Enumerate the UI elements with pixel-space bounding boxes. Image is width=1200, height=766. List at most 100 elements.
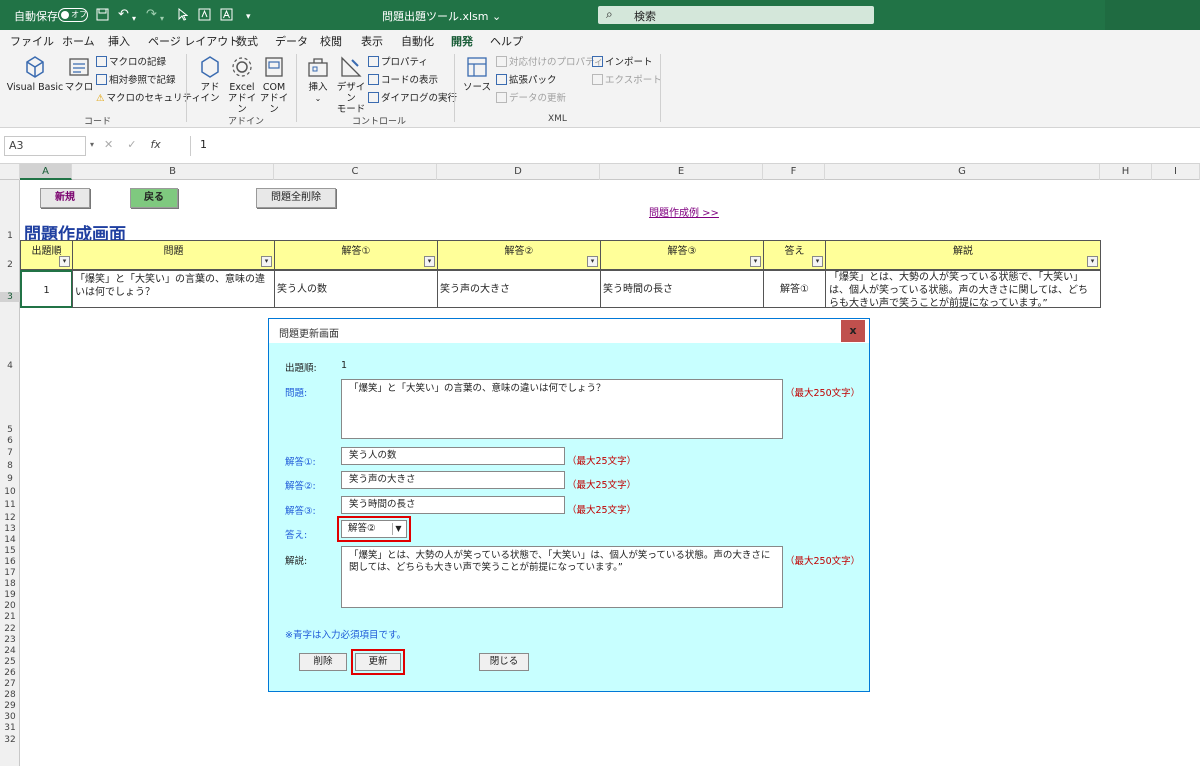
row-header[interactable]: 1 — [0, 231, 20, 241]
search-box[interactable]: ⌕ 検索 — [598, 6, 874, 24]
insert-function-icon[interactable]: fx — [150, 138, 160, 151]
tab-review[interactable]: 校閲 — [320, 33, 342, 49]
filter-dropdown-icon[interactable]: ▾ — [812, 256, 823, 267]
row-header[interactable]: 10 — [0, 487, 20, 497]
cell-order[interactable]: 1 — [20, 270, 73, 308]
customize-qat-icon[interactable]: ▾ — [246, 10, 251, 24]
row-header[interactable]: 32 — [0, 735, 20, 745]
row-header[interactable]: 12 — [0, 513, 20, 523]
row-header[interactable]: 8 — [0, 461, 20, 471]
filter-dropdown-icon[interactable]: ▾ — [750, 256, 761, 267]
column-header-i[interactable]: I — [1152, 164, 1200, 180]
column-header-a[interactable]: A — [20, 164, 72, 180]
answer-select[interactable]: 解答② ▼ — [341, 520, 407, 538]
tab-page-layout[interactable]: ページ レイアウト — [148, 33, 239, 49]
answer3-input[interactable]: 笑う時間の長さ — [341, 496, 565, 514]
map-properties-button[interactable]: 対応付けのプロパティ — [496, 56, 603, 70]
xml-source-button[interactable]: ソース — [460, 54, 494, 93]
row-header[interactable]: 22 — [0, 624, 20, 634]
filter-dropdown-icon[interactable]: ▾ — [587, 256, 598, 267]
com-addins-button[interactable]: COM アドイン — [258, 54, 290, 115]
row-header[interactable]: 21 — [0, 612, 20, 622]
window-title[interactable]: 問題出題ツール.xlsm ⌄ — [382, 8, 501, 24]
row-header[interactable]: 9 — [0, 474, 20, 484]
new-button[interactable]: 新規 — [40, 188, 90, 208]
explanation-textarea[interactable]: 「爆笑」とは、大勢の人が笑っている状態で、「大笑い」は、個人が笑っている状態。声… — [341, 546, 783, 608]
chevron-down-icon[interactable]: ▼ — [392, 523, 404, 535]
update-button[interactable]: 更新 — [355, 653, 401, 671]
column-header-c[interactable]: C — [274, 164, 437, 180]
export-button[interactable]: エクスポート — [592, 74, 662, 88]
addins-button[interactable]: アド イン — [194, 54, 226, 104]
tab-help[interactable]: ヘルプ — [490, 33, 523, 49]
row-header[interactable]: 23 — [0, 635, 20, 645]
row-header[interactable]: 11 — [0, 500, 20, 510]
undo-dropdown-icon[interactable]: ▾ — [132, 12, 136, 26]
tab-insert[interactable]: 挿入 — [108, 33, 130, 49]
redo-icon[interactable]: ↷ — [146, 8, 157, 22]
delete-button[interactable]: 削除 — [299, 653, 347, 671]
row-header[interactable]: 19 — [0, 590, 20, 600]
enter-icon[interactable]: ✓ — [127, 138, 136, 151]
design-mode-button[interactable]: デザイン モード — [334, 54, 368, 115]
autosave-toggle[interactable]: オフ — [58, 8, 88, 22]
text-box-icon[interactable] — [220, 8, 233, 25]
answer2-input[interactable]: 笑う声の大きさ — [341, 471, 565, 489]
cell-answer[interactable]: 解答① — [763, 270, 826, 308]
relative-reference-button[interactable]: 相対参照で記録 — [96, 74, 176, 88]
filter-dropdown-icon[interactable]: ▾ — [261, 256, 272, 267]
macros-button[interactable]: マクロ — [64, 54, 94, 93]
row-header[interactable]: 31 — [0, 723, 20, 733]
name-box[interactable]: A3 — [4, 136, 86, 156]
filter-dropdown-icon[interactable]: ▾ — [59, 256, 70, 267]
row-header[interactable]: 6 — [0, 436, 20, 446]
run-dialog-button[interactable]: ダイアログの実行 — [368, 92, 457, 106]
tab-formulas[interactable]: 数式 — [236, 33, 258, 49]
column-header-f[interactable]: F — [763, 164, 825, 180]
row-header[interactable]: 25 — [0, 657, 20, 667]
column-header-b[interactable]: B — [72, 164, 274, 180]
record-macro-button[interactable]: マクロの記録 — [96, 56, 166, 70]
row-header[interactable]: 16 — [0, 557, 20, 567]
row-header[interactable]: 14 — [0, 535, 20, 545]
column-header-g[interactable]: G — [825, 164, 1100, 180]
tab-automate[interactable]: 自動化 — [401, 33, 434, 49]
cell-explanation[interactable]: 「爆笑」とは、大勢の人が笑っている状態で、「大笑い」は、個人が笑っている状態。声… — [825, 270, 1101, 308]
tab-view[interactable]: 表示 — [361, 33, 383, 49]
row-header[interactable]: 29 — [0, 701, 20, 711]
row-header[interactable]: 5 — [0, 425, 20, 435]
properties-button[interactable]: プロパティ — [368, 56, 428, 70]
tab-data[interactable]: データ — [275, 33, 308, 49]
row-header[interactable]: 15 — [0, 546, 20, 556]
expansion-packs-button[interactable]: 拡張パック — [496, 74, 557, 88]
dialog-close-button[interactable]: 閉じる — [479, 653, 529, 671]
column-header-d[interactable]: D — [437, 164, 600, 180]
insert-control-button[interactable]: 挿入 ⌄ — [302, 54, 334, 104]
tab-home[interactable]: ホーム — [62, 33, 95, 49]
example-link[interactable]: 問題作成例 >> — [649, 204, 719, 219]
column-header-e[interactable]: E — [600, 164, 763, 180]
row-header[interactable]: 2 — [0, 260, 20, 270]
dialog-title-bar[interactable]: 問題更新画面 x — [269, 319, 869, 343]
cell-answer3[interactable]: 笑う時間の長さ — [600, 270, 764, 308]
row-header[interactable]: 18 — [0, 579, 20, 589]
row-header[interactable]: 4 — [0, 361, 20, 371]
row-header[interactable]: 3 — [0, 292, 20, 302]
row-header[interactable]: 28 — [0, 690, 20, 700]
row-header[interactable]: 26 — [0, 668, 20, 678]
row-header[interactable]: 17 — [0, 568, 20, 578]
column-header-h[interactable]: H — [1100, 164, 1152, 180]
formula-input[interactable]: 1 — [200, 138, 207, 151]
row-header[interactable]: 20 — [0, 601, 20, 611]
cell-answer1[interactable]: 笑う人の数 — [274, 270, 438, 308]
filter-dropdown-icon[interactable]: ▾ — [424, 256, 435, 267]
row-header[interactable]: 24 — [0, 646, 20, 656]
row-header[interactable]: 27 — [0, 679, 20, 689]
cancel-icon[interactable]: ✕ — [104, 138, 113, 151]
view-code-button[interactable]: コードの表示 — [368, 74, 438, 88]
select-all-corner[interactable] — [0, 164, 20, 180]
pointer-icon[interactable] — [178, 7, 189, 25]
row-header[interactable]: 13 — [0, 524, 20, 534]
row-header[interactable]: 7 — [0, 448, 20, 458]
redo-dropdown-icon[interactable]: ▾ — [160, 12, 164, 26]
